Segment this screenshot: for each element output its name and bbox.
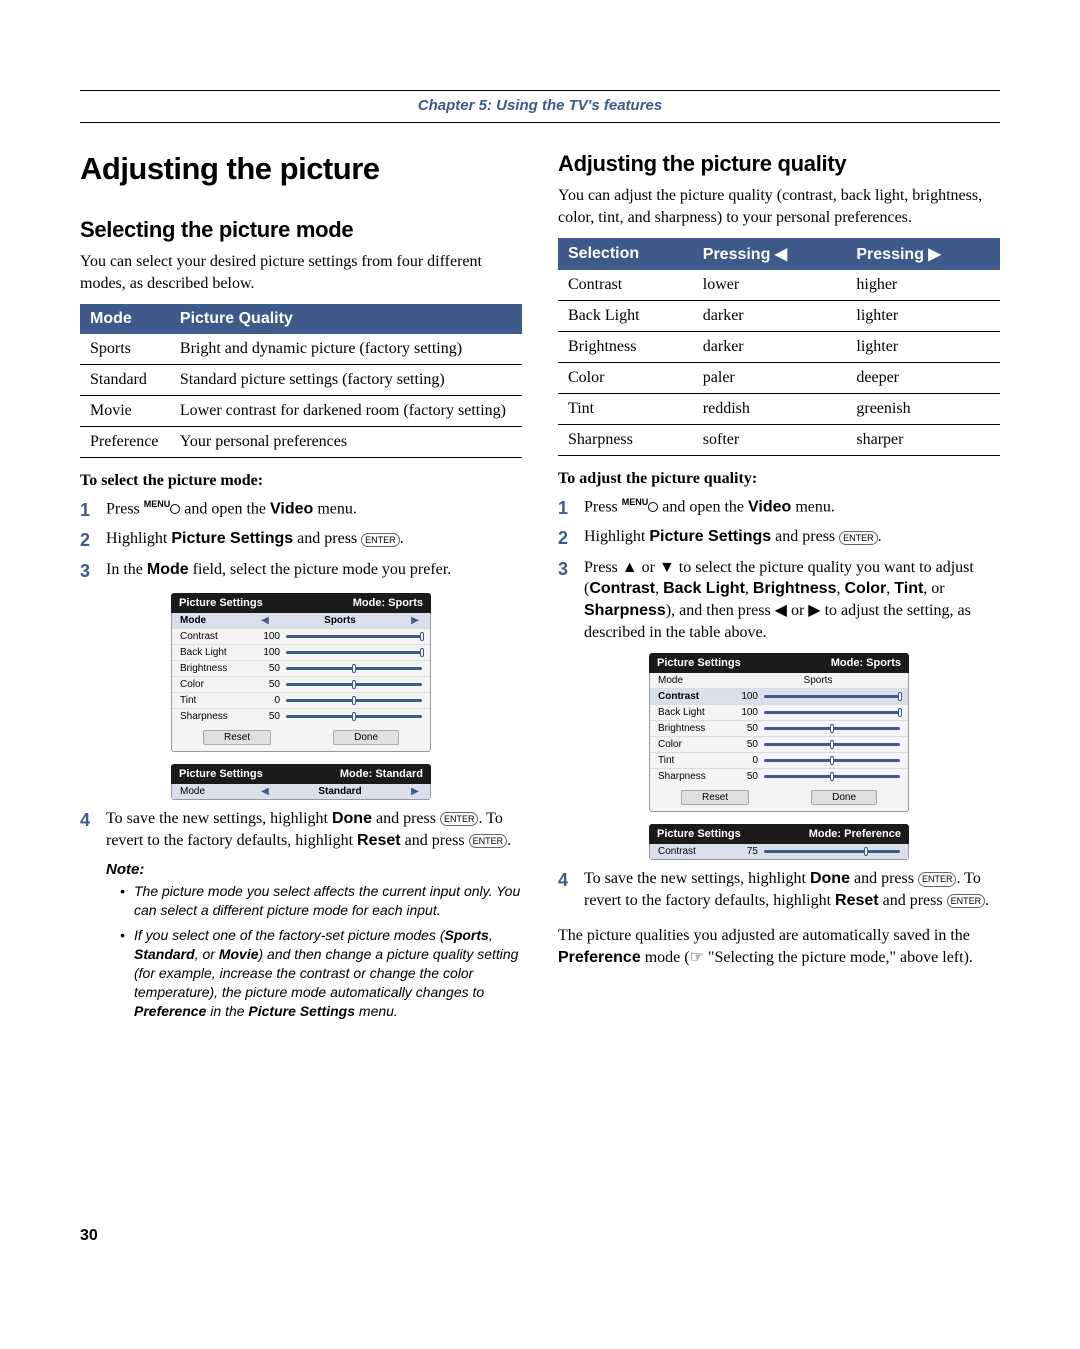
reset-button: Reset: [203, 730, 271, 745]
menu-icon: MENU: [144, 498, 171, 510]
steps-left: 1 Press MENU and open the Video menu. 2 …: [80, 498, 522, 583]
qual-th1: Selection: [558, 238, 693, 270]
enter-icon: ENTER: [440, 812, 479, 826]
instruction-heading-right: To adjust the picture quality:: [558, 470, 1000, 488]
note-item: If you select one of the factory-set pic…: [120, 926, 522, 1020]
table-row: Back Lightdarkerlighter: [558, 301, 1000, 332]
table-row: Contrastlowerhigher: [558, 270, 1000, 301]
reset-button: Reset: [681, 790, 749, 805]
instruction-heading-left: To select the picture mode:: [80, 472, 522, 490]
left-arrow-icon: ◀: [258, 786, 272, 797]
section-heading-right: Adjusting the picture quality: [558, 151, 1000, 177]
done-button: Done: [333, 730, 399, 745]
table-row: StandardStandard picture settings (facto…: [80, 365, 522, 396]
left-column: Adjusting the picture Selecting the pict…: [80, 151, 522, 1027]
step: 1 Press MENU and open the Video menu.: [80, 498, 522, 522]
table-row: Sharpnesssoftersharper: [558, 425, 1000, 456]
rule-top: [80, 90, 1000, 91]
right-postscript: The picture qualities you adjusted are a…: [558, 925, 1000, 968]
step: 4 To save the new settings, highlight Do…: [80, 808, 522, 851]
table-row: PreferenceYour personal preferences: [80, 427, 522, 458]
osd-mini-left: Picture SettingsMode: Standard Mode ◀Sta…: [171, 764, 431, 800]
step: 2 Highlight Picture Settings and press E…: [80, 528, 522, 552]
step: 3 Press ▲ or ▼ to select the picture qua…: [558, 557, 1000, 643]
page-title: Adjusting the picture: [80, 151, 522, 187]
page-number: 30: [80, 1227, 1000, 1245]
right-column: Adjusting the picture quality You can ad…: [558, 151, 1000, 1027]
section-heading-left: Selecting the picture mode: [80, 217, 522, 243]
left-intro: You can select your desired picture sett…: [80, 251, 522, 294]
osd-menu-left: Picture SettingsMode: Sports Mode ◀Sport…: [171, 593, 431, 752]
table-row: Tintreddishgreenish: [558, 394, 1000, 425]
qual-th3: Pressing ▶: [846, 238, 1000, 270]
enter-icon: ENTER: [947, 894, 986, 908]
step: 2 Highlight Picture Settings and press E…: [558, 526, 1000, 550]
enter-icon: ENTER: [918, 872, 957, 886]
mode-th2: Picture Quality: [170, 304, 522, 334]
button-circle-icon: [648, 502, 658, 512]
button-circle-icon: [170, 504, 180, 514]
note-block: Note: The picture mode you select affect…: [80, 861, 522, 1020]
chapter-heading: Chapter 5: Using the TV's features: [80, 97, 1000, 114]
rule-mid: [80, 122, 1000, 123]
table-row: MovieLower contrast for darkened room (f…: [80, 396, 522, 427]
note-heading: Note:: [106, 861, 522, 878]
enter-icon: ENTER: [839, 531, 878, 545]
enter-icon: ENTER: [469, 834, 508, 848]
osd-menu-right: Picture SettingsMode: Sports Mode Sports…: [649, 653, 909, 812]
mode-th1: Mode: [80, 304, 170, 334]
enter-icon: ENTER: [361, 533, 400, 547]
quality-table: Selection Pressing ◀ Pressing ▶ Contrast…: [558, 238, 1000, 456]
table-row: SportsBright and dynamic picture (factor…: [80, 334, 522, 365]
osd-mini-right: Picture SettingsMode: Preference Contras…: [649, 824, 909, 860]
note-list: The picture mode you select affects the …: [106, 882, 522, 1020]
mode-table: Mode Picture Quality SportsBright and dy…: [80, 304, 522, 458]
step: 4 To save the new settings, highlight Do…: [558, 868, 1000, 911]
table-row: Colorpalerdeeper: [558, 363, 1000, 394]
done-button: Done: [811, 790, 877, 805]
two-column-layout: Adjusting the picture Selecting the pict…: [80, 151, 1000, 1027]
menu-icon: MENU: [622, 496, 649, 508]
right-arrow-icon: ▶: [408, 786, 422, 797]
left-arrow-icon: ◀: [258, 615, 272, 626]
steps-left-4: 4 To save the new settings, highlight Do…: [80, 808, 522, 851]
table-row: Brightnessdarkerlighter: [558, 332, 1000, 363]
right-intro: You can adjust the picture quality (cont…: [558, 185, 1000, 228]
right-arrow-icon: ▶: [408, 615, 422, 626]
note-item: The picture mode you select affects the …: [120, 882, 522, 920]
step: 1 Press MENU and open the Video menu.: [558, 496, 1000, 520]
steps-right: 1 Press MENU and open the Video menu. 2 …: [558, 496, 1000, 643]
qual-th2: Pressing ◀: [693, 238, 847, 270]
step: 3 In the Mode field, select the picture …: [80, 559, 522, 583]
steps-right-4: 4 To save the new settings, highlight Do…: [558, 868, 1000, 911]
